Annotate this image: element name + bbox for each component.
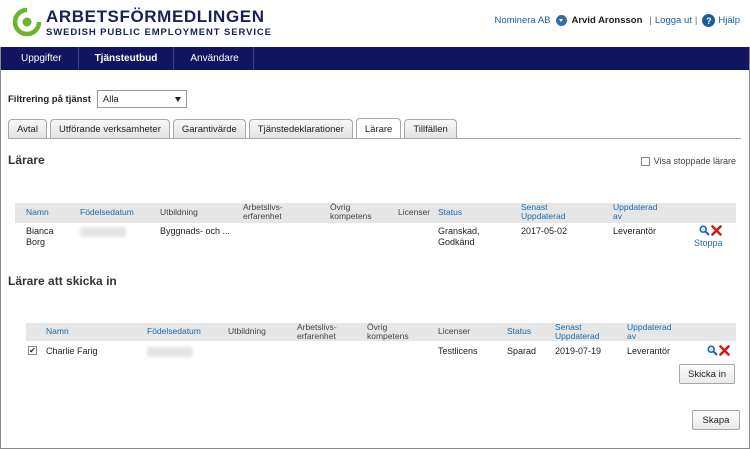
- row-select-checkbox[interactable]: [28, 346, 37, 355]
- column-header-updated-2[interactable]: Uppdaterad: [521, 212, 565, 221]
- tab-tjanstedeklarationer[interactable]: Tjänstedeklarationer: [248, 119, 353, 139]
- magnifier-icon[interactable]: [699, 225, 710, 236]
- teacher-licenses: Testlicens: [438, 346, 478, 356]
- column-header-updated-2[interactable]: Uppdaterad: [555, 332, 599, 341]
- magnifier-icon[interactable]: [707, 345, 718, 356]
- separator: |: [694, 15, 698, 26]
- column-header-name[interactable]: Namn: [46, 327, 69, 336]
- column-header-work-exp-2: erfarenhet: [297, 331, 336, 341]
- send-in-button[interactable]: Skicka in: [679, 364, 735, 384]
- teacher-education: Byggnads- och ...: [160, 226, 231, 236]
- tab-tillfallen[interactable]: Tillfällen: [404, 119, 457, 139]
- help-icon[interactable]: ?: [702, 14, 716, 27]
- to-send-section-title: Lärare att skicka in: [8, 274, 117, 288]
- column-header-status[interactable]: Status: [438, 208, 462, 217]
- column-header-birthdate[interactable]: Födelsedatum: [147, 327, 201, 336]
- user-name: Arvid Aronsson: [571, 15, 643, 26]
- tab-utforande-verksamheter[interactable]: Utförande verksamheter: [49, 119, 170, 139]
- column-header-other-2: kompetens: [367, 331, 409, 341]
- show-stopped-checkbox[interactable]: [640, 156, 650, 166]
- chevron-down-icon: [174, 97, 181, 102]
- column-header-other-2: kompetens: [330, 211, 372, 221]
- redacted-birthdate: [147, 347, 193, 357]
- nav-item-anvandare[interactable]: Användare: [174, 47, 254, 70]
- logout-link[interactable]: Logga ut: [655, 15, 692, 26]
- service-filter: Filtrering på tjänst Alla: [8, 90, 187, 108]
- filter-label: Filtrering på tjänst: [8, 93, 91, 105]
- teacher-last-name: Borg: [26, 237, 46, 247]
- teacher-updated: 2019-07-19: [555, 346, 602, 356]
- main-nav: Uppgifter Tjänsteutbud Användare: [1, 47, 749, 70]
- header: ARBETSFÖRMEDLINGEN SWEDISH PUBLIC EMPLOY…: [0, 0, 750, 47]
- teachers-section-title: Lärare: [8, 153, 45, 167]
- brand-mark-icon: [12, 7, 42, 37]
- organization-link[interactable]: Nominera AB: [495, 15, 551, 26]
- tab-bar: Avtal Utförande verksamheter Garantivärd…: [8, 118, 460, 139]
- delete-x-icon[interactable]: [711, 225, 722, 236]
- organization-dropdown-icon[interactable]: [555, 15, 567, 26]
- teacher-first-name: Bianca: [26, 226, 54, 236]
- user-area: Nominera AB Arvid Aronsson | Logga ut | …: [495, 14, 740, 27]
- teacher-updated-by: Leverantör: [613, 226, 657, 236]
- nav-item-uppgifter[interactable]: Uppgifter: [1, 47, 79, 70]
- help-link[interactable]: Hjälp: [718, 15, 740, 26]
- delete-x-icon[interactable]: [719, 345, 730, 356]
- stop-link[interactable]: Stoppa: [694, 238, 723, 248]
- column-header-education: Utbildning: [160, 207, 198, 217]
- teacher-updated-by: Leverantör: [627, 346, 671, 356]
- filter-select[interactable]: Alla: [96, 90, 187, 108]
- teacher-updated: 2017-05-02: [521, 226, 568, 236]
- brand-title: ARBETSFÖRMEDLINGEN: [46, 7, 265, 26]
- column-header-licenses: Licenser: [398, 207, 431, 217]
- column-header-licenses: Licenser: [438, 326, 471, 336]
- tab-divider: [8, 138, 741, 139]
- teacher-status: Sparad: [507, 346, 537, 356]
- column-header-work-exp-2: erfarenhet: [243, 211, 282, 221]
- column-header-birthdate[interactable]: Födelsedatum: [80, 208, 134, 217]
- column-header-updated-by-2[interactable]: av: [613, 212, 622, 221]
- column-header-status[interactable]: Status: [507, 327, 531, 336]
- teacher-status-1: Granskad,: [438, 226, 480, 236]
- show-stopped-label: Visa stoppade lärare: [653, 156, 736, 166]
- teacher-status-2: Godkänd: [438, 237, 475, 247]
- filter-select-value: Alla: [102, 93, 119, 105]
- separator: |: [649, 15, 652, 26]
- tab-garantivarde[interactable]: Garantivärde: [172, 119, 246, 139]
- column-header-education: Utbildning: [228, 326, 266, 336]
- create-button[interactable]: Skapa: [692, 410, 740, 430]
- tab-avtal[interactable]: Avtal: [8, 119, 47, 139]
- nav-item-tjansteutbud[interactable]: Tjänsteutbud: [79, 47, 175, 70]
- tab-larare[interactable]: Lärare: [355, 118, 402, 139]
- show-stopped-toggle[interactable]: Visa stoppade lärare: [640, 156, 736, 166]
- teacher-name: Charlie Farig: [46, 346, 98, 356]
- redacted-birthdate: [80, 227, 126, 237]
- column-header-updated-by-2[interactable]: av: [627, 332, 636, 341]
- column-header-name[interactable]: Namn: [26, 208, 49, 217]
- brand-subtitle: SWEDISH PUBLIC EMPLOYMENT SERVICE: [46, 27, 272, 38]
